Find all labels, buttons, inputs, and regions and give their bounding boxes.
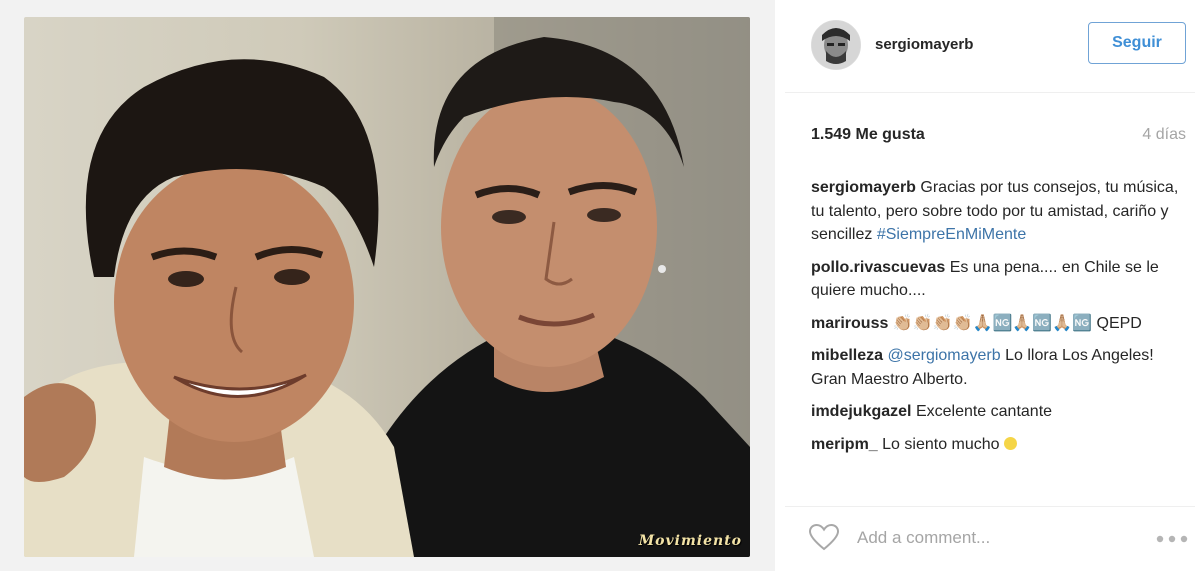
follow-button[interactable]: Seguir [1088,22,1186,64]
list-item: marirouss 👏🏼👏🏼👏🏼👏🏼🙏🏼🆖🙏🏼🆖🙏🏼🆖 QEPD [811,312,1181,336]
comment-text: QEPD [1096,314,1142,332]
list-item: imdejukgazel Excelente cantante [811,400,1181,424]
comment-username[interactable]: mibelleza [811,347,883,364]
photo-panel: Movimiento [0,0,775,571]
photo-illustration [24,17,750,557]
comment-text: Lo siento mucho [882,435,1000,453]
more-options-icon[interactable] [1156,535,1188,543]
comment-username[interactable]: imdejukgazel [811,403,911,420]
post-photo[interactable]: Movimiento [24,17,750,557]
post-time[interactable]: 4 días [1142,126,1186,144]
smiley-emoji-icon [1004,436,1018,450]
comment-input[interactable] [857,525,1107,551]
avatar-image [812,21,860,69]
post-header: sergiomayerb Seguir [785,0,1195,93]
comments-list: sergiomayerb Gracias por tus consejos, t… [811,176,1181,465]
comment-emoji: 👏🏼👏🏼👏🏼👏🏼🙏🏼🆖🙏🏼🆖🙏🏼🆖 [892,314,1093,332]
post-sidebar: sergiomayerb Seguir 1.549 Me gusta 4 día… [785,0,1200,571]
comment-username[interactable]: marirouss [811,315,888,332]
heart-icon[interactable] [809,524,839,551]
post-author-username[interactable]: sergiomayerb [875,36,973,53]
photo-watermark: Movimiento [638,533,742,549]
caption-username[interactable]: sergiomayerb [811,179,916,196]
list-item: pollo.rivascuevas Es una pena.... en Chi… [811,256,1181,303]
avatar[interactable] [811,20,861,70]
caption-hashtag[interactable]: #SiempreEnMiMente [877,226,1026,243]
comment-username[interactable]: meripm_ [811,436,878,453]
comment-mention[interactable]: @sergiomayerb [887,347,1000,364]
likes-count[interactable]: 1.549 Me gusta [811,126,925,144]
list-item: mibelleza @sergiomayerb Lo llora Los Ang… [811,344,1181,391]
comment-username[interactable]: pollo.rivascuevas [811,259,945,276]
caption: sergiomayerb Gracias por tus consejos, t… [811,176,1181,247]
comment-text: Excelente cantante [915,403,1053,420]
list-item: meripm_ Lo siento mucho [811,433,1181,457]
post-footer [785,506,1195,567]
